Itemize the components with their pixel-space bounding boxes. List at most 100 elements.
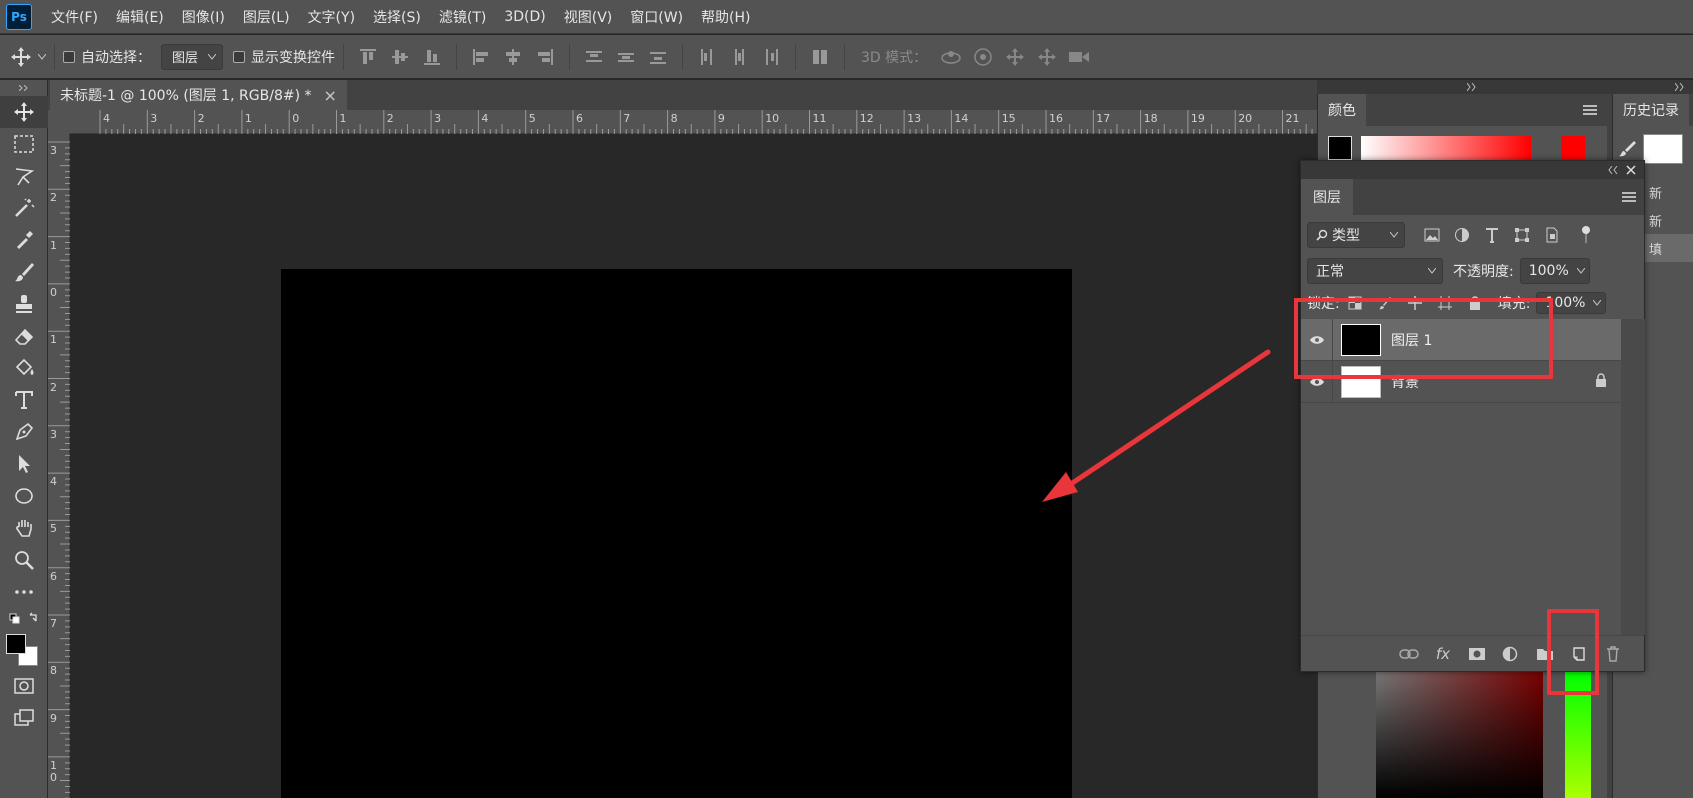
collapse-icon[interactable] <box>1467 83 1479 91</box>
menu-type[interactable]: 文字(Y) <box>299 7 364 27</box>
3d-pan-icon[interactable] <box>1004 46 1026 68</box>
link-layers-icon[interactable] <box>1392 642 1426 666</box>
menu-edit[interactable]: 编辑(E) <box>107 7 173 27</box>
filter-type-icon[interactable] <box>1483 226 1501 244</box>
menu-window[interactable]: 窗口(W) <box>621 7 692 27</box>
show-transform-checkbox[interactable] <box>233 50 246 63</box>
menu-filter[interactable]: 滤镜(T) <box>430 7 495 27</box>
blend-mode-dropdown[interactable]: 正常 <box>1307 258 1443 284</box>
auto-align-icon[interactable] <box>809 46 831 68</box>
pen-tool[interactable] <box>0 416 48 448</box>
layers-panel-titlebar[interactable] <box>1301 161 1644 179</box>
ruler-origin[interactable] <box>48 110 70 134</box>
collapse-icon[interactable] <box>1608 166 1618 174</box>
adjustment-layer-icon[interactable] <box>1494 642 1528 666</box>
type-tool[interactable] <box>0 384 48 416</box>
brush-tool[interactable] <box>0 256 48 288</box>
brush-icon <box>15 263 34 282</box>
lock-icon[interactable] <box>1595 372 1607 391</box>
menu-3d[interactable]: 3D(D) <box>495 9 554 25</box>
distribute-vcenter-icon[interactable] <box>615 46 637 68</box>
filter-toggle-icon[interactable] <box>1577 226 1595 244</box>
collapse-icon[interactable] <box>1675 83 1687 91</box>
history-snapshot[interactable] <box>1643 134 1683 164</box>
eraser-tool[interactable] <box>0 320 48 352</box>
3d-roll-icon[interactable] <box>972 46 994 68</box>
menu-image[interactable]: 图像(I) <box>173 7 234 27</box>
toolbar-grip[interactable] <box>0 80 48 96</box>
chevron-down-icon <box>1593 300 1602 306</box>
auto-select-label: 自动选择： <box>81 49 151 66</box>
align-left-icon[interactable] <box>470 46 492 68</box>
layers-scrollbar[interactable] <box>1621 319 1645 635</box>
layer-filter-dropdown[interactable]: 类型 <box>1307 222 1405 248</box>
history-panel-header: 历史记录 <box>1613 94 1693 126</box>
distribute-top-icon[interactable] <box>583 46 605 68</box>
filter-adjustment-icon[interactable] <box>1453 226 1471 244</box>
panel-menu-icon[interactable] <box>1622 192 1636 202</box>
document-canvas[interactable] <box>281 269 1072 798</box>
document-tab[interactable]: 未标题-1 @ 100% (图层 1, RGB/8#) * × <box>50 80 347 110</box>
close-icon[interactable]: × <box>324 86 337 105</box>
eyedropper-tool[interactable] <box>0 224 48 256</box>
tab-layers[interactable]: 图层 <box>1301 179 1353 215</box>
zoom-icon <box>15 551 34 570</box>
path-selection-tool[interactable] <box>0 448 48 480</box>
quick-mask-tool[interactable] <box>0 670 48 702</box>
lasso-tool[interactable] <box>0 160 48 192</box>
close-icon[interactable] <box>1626 165 1636 175</box>
paint-bucket-tool[interactable] <box>0 352 48 384</box>
add-mask-icon[interactable] <box>1460 642 1494 666</box>
auto-select-checkbox[interactable] <box>63 50 75 63</box>
stamp-tool[interactable] <box>0 288 48 320</box>
align-vcenter-icon[interactable] <box>389 46 411 68</box>
menu-select[interactable]: 选择(S) <box>364 7 430 27</box>
filter-shape-icon[interactable] <box>1513 226 1531 244</box>
filter-pixel-icon[interactable] <box>1423 226 1441 244</box>
filter-smart-object-icon[interactable] <box>1543 226 1561 244</box>
marquee-tool[interactable] <box>0 128 48 160</box>
tab-color[interactable]: 颜色 <box>1318 94 1366 126</box>
move-tool-preset-icon[interactable] <box>10 46 46 68</box>
3d-camera-icon[interactable] <box>1068 46 1090 68</box>
align-right-icon[interactable] <box>534 46 556 68</box>
magic-wand-tool[interactable] <box>0 192 48 224</box>
zoom-tool[interactable] <box>0 544 48 576</box>
foreground-color-swatch[interactable] <box>6 634 26 654</box>
3d-orbit-icon[interactable] <box>940 46 962 68</box>
align-top-icon[interactable] <box>357 46 379 68</box>
color-swatches[interactable] <box>0 630 48 670</box>
menu-file[interactable]: 文件(F) <box>42 7 107 27</box>
vertical-ruler[interactable]: 32101234567891 0 <box>48 134 70 798</box>
dock-collapse-bar[interactable] <box>1317 80 1693 94</box>
3d-slide-icon[interactable] <box>1036 46 1058 68</box>
tab-history[interactable]: 历史记录 <box>1613 94 1689 126</box>
color-ramp[interactable] <box>1361 136 1531 160</box>
color-current-swatch[interactable] <box>1561 136 1585 160</box>
hand-tool[interactable] <box>0 512 48 544</box>
align-hcenter-icon[interactable] <box>502 46 524 68</box>
distribute-bottom-icon[interactable] <box>647 46 669 68</box>
distribute-left-icon[interactable] <box>696 46 718 68</box>
color-swap-controls <box>0 608 48 630</box>
menu-layer[interactable]: 图层(L) <box>234 7 299 27</box>
annotation-highlight-new-layer <box>1547 609 1599 695</box>
distribute-right-icon[interactable] <box>760 46 782 68</box>
opacity-field[interactable]: 100% <box>1519 258 1590 284</box>
trash-icon[interactable] <box>1596 642 1630 666</box>
color-fg-swatch[interactable] <box>1328 136 1352 160</box>
auto-select-dropdown[interactable]: 图层 <box>161 43 224 70</box>
ellipse-tool[interactable] <box>0 480 48 512</box>
distribute-hcenter-icon[interactable] <box>728 46 750 68</box>
color-field[interactable] <box>1376 672 1543 798</box>
screen-mode-tool[interactable] <box>0 702 48 734</box>
horizontal-ruler[interactable]: 4 3 2 1 0 1 2 3 4 5 6 7 8 9 10 11 12 13 14 15 16 17 18 19 20 21 <box>70 110 1317 134</box>
align-bottom-icon[interactable] <box>421 46 443 68</box>
move-tool[interactable] <box>0 96 48 128</box>
history-brush-icon[interactable] <box>1615 136 1639 160</box>
layer-style-fx-icon[interactable]: fx <box>1426 642 1460 666</box>
menu-help[interactable]: 帮助(H) <box>692 7 759 27</box>
menu-view[interactable]: 视图(V) <box>555 7 622 27</box>
panel-menu-icon[interactable] <box>1583 105 1597 115</box>
more-tools[interactable] <box>0 576 48 608</box>
